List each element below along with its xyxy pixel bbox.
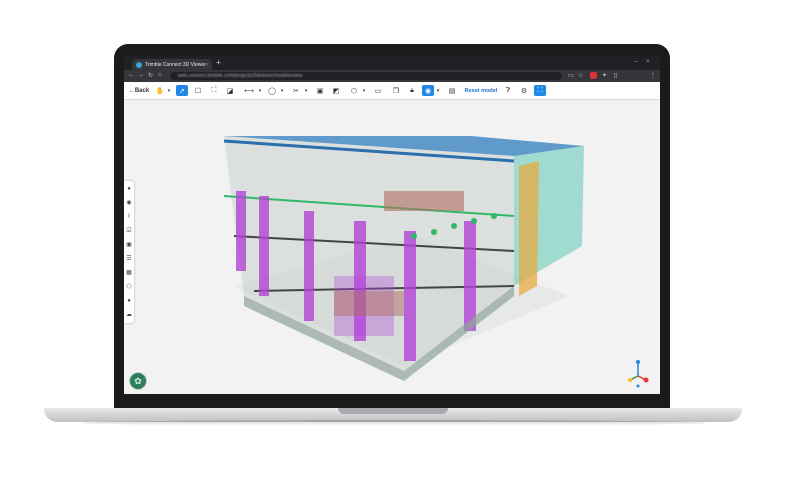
organizer-icon[interactable]: ▦ xyxy=(125,269,133,277)
eye-icon[interactable]: ◉ xyxy=(422,85,434,96)
avatar[interactable]: ✿ xyxy=(129,372,147,390)
objects-icon[interactable]: ◉ xyxy=(125,199,133,207)
reload-icon[interactable]: ↻ xyxy=(148,72,153,79)
gear-icon[interactable]: ⚙ xyxy=(518,85,530,96)
column xyxy=(259,196,269,296)
home-icon[interactable]: ⌂ xyxy=(158,72,162,78)
chevron-down-icon[interactable]: ▾ xyxy=(279,85,285,96)
forward-nav-icon[interactable]: → xyxy=(138,72,144,78)
todo-icon[interactable]: ☑ xyxy=(125,227,133,235)
minimize-icon[interactable]: – xyxy=(634,59,637,65)
chevron-down-icon[interactable]: ▾ xyxy=(303,85,309,96)
close-tab-icon[interactable]: × xyxy=(205,62,208,68)
pipe-node xyxy=(491,213,497,219)
help-icon[interactable]: ❓︎ xyxy=(502,85,514,96)
list-icon[interactable]: ☰ xyxy=(125,255,133,263)
axis-gizmo[interactable] xyxy=(624,358,652,388)
column xyxy=(304,211,314,321)
pointer-icon[interactable]: ➚ xyxy=(176,85,188,96)
axis-node xyxy=(636,360,640,364)
views-camera-icon[interactable]: ▣ xyxy=(125,241,133,249)
column xyxy=(404,231,416,361)
pipe-node xyxy=(471,218,477,224)
bookmark-star-icon[interactable]: ☆ xyxy=(578,72,583,79)
back-nav-icon[interactable]: ← xyxy=(128,72,134,78)
status-icon[interactable]: ● xyxy=(125,297,133,305)
axis-node xyxy=(643,377,649,383)
comment-icon[interactable]: ▭ xyxy=(372,85,384,96)
save-view-icon[interactable]: ▤ xyxy=(446,85,458,96)
sidepanel-icon[interactable]: ▯ xyxy=(614,72,617,79)
measure-icon[interactable]: ⟷ xyxy=(242,85,256,96)
clash-icon[interactable]: ⬠ xyxy=(125,283,133,291)
url-input[interactable]: web.connect.trimble.com/projects/3dviewe… xyxy=(170,72,562,80)
puzzle-icon[interactable]: ✦ xyxy=(602,72,607,79)
camera-icon[interactable]: ▣ xyxy=(314,85,326,96)
viewer-toolbar: ← Back ✋ ▾ ➚ ☐ ⛶ ◪ ⟷ ▾ ◯ ▾ ✂ ▾ ▣ ◩ ⬡ ▾ ▭ … xyxy=(124,82,660,100)
window-close-icon[interactable]: × xyxy=(646,59,650,65)
left-sidebar: ● ◉ ⌇ ☑ ▣ ☰ ▦ ⬠ ● ☁ xyxy=(124,181,134,323)
laptop-shadow xyxy=(80,420,706,426)
hand-icon[interactable]: ✋ xyxy=(154,85,166,96)
chevron-down-icon[interactable]: ▾ xyxy=(257,85,263,96)
layers-icon[interactable]: ❐ xyxy=(390,85,402,96)
chevron-down-icon[interactable]: ▾ xyxy=(166,85,172,96)
lock-icon[interactable]: 🔒︎ xyxy=(406,85,418,96)
box-select-icon[interactable]: ☐ xyxy=(192,85,204,96)
axis-node xyxy=(636,384,640,388)
laptop-notch xyxy=(338,408,448,414)
building-3d-model[interactable] xyxy=(214,136,594,386)
chevron-down-icon[interactable]: ▾ xyxy=(361,85,367,96)
column xyxy=(236,191,246,271)
new-tab-button[interactable]: + xyxy=(216,58,221,68)
section-box-icon[interactable]: ⛶ xyxy=(208,85,220,96)
cloud-icon[interactable]: ☁ xyxy=(125,311,133,319)
browser-tab[interactable]: Trimble Connect 3D Viewer × xyxy=(132,59,212,70)
axis-node xyxy=(628,378,632,382)
pipe-node xyxy=(411,233,417,239)
attachment-icon[interactable]: ⌇ xyxy=(125,213,133,221)
back-label: Back xyxy=(134,87,150,94)
back-button[interactable]: ← Back xyxy=(128,85,150,96)
url-text: web.connect.trimble.com/projects/3dviewe… xyxy=(178,73,303,79)
cube-icon[interactable]: ⬡ xyxy=(348,85,360,96)
pipe-node xyxy=(451,223,457,229)
chevron-down-icon[interactable]: ▾ xyxy=(435,85,441,96)
favicon-icon xyxy=(136,61,142,68)
cast-icon[interactable]: ▭ xyxy=(568,72,574,79)
models-icon[interactable]: ● xyxy=(125,185,133,193)
menu-kebab-icon[interactable]: ⋮ xyxy=(650,72,656,79)
pipe-node xyxy=(431,229,437,235)
browser-address-bar: ← → ↻ ⌂ web.connect.trimble.com/projects… xyxy=(124,70,660,82)
reset-model-button[interactable]: Reset model xyxy=(464,85,498,96)
mechanical-room xyxy=(384,191,464,211)
tab-title: Trimble Connect 3D Viewer xyxy=(145,61,205,68)
scaffold-orange xyxy=(519,161,539,296)
column xyxy=(464,221,476,331)
fullscreen-icon[interactable]: ⛶ xyxy=(534,85,546,96)
scissors-icon[interactable]: ✂ xyxy=(290,85,302,96)
clip-icon[interactable]: ◩ xyxy=(330,85,342,96)
mechanical-room xyxy=(334,291,404,316)
screen: Trimble Connect 3D Viewer × + – × ← → ↻ … xyxy=(124,56,660,394)
browser-tab-bar: Trimble Connect 3D Viewer × + – × xyxy=(124,56,660,70)
fit-icon[interactable]: ◪ xyxy=(224,85,236,96)
markup-icon[interactable]: ◯ xyxy=(266,85,278,96)
extension-icon[interactable] xyxy=(590,72,597,79)
